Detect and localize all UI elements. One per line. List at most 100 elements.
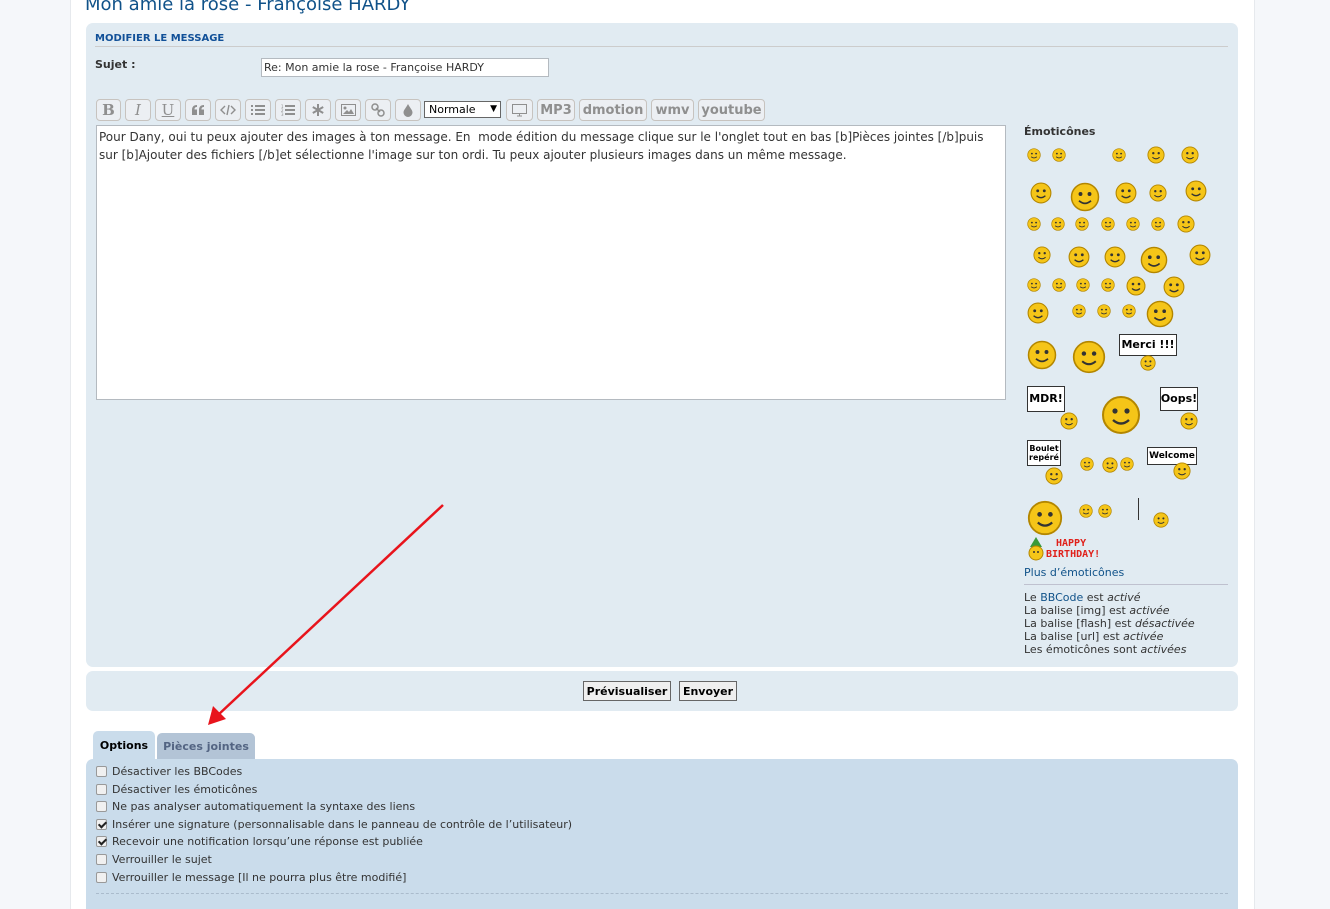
youtube-button[interactable]: youtube: [698, 99, 765, 121]
tab-attachments[interactable]: Pièces jointes: [157, 733, 255, 759]
bbcode-status: Le BBCode est activé: [1024, 591, 1141, 604]
smiley-icon[interactable]: [1052, 278, 1066, 292]
smiley-icon[interactable]: [1076, 278, 1090, 292]
merci-sign[interactable]: Merci !!!: [1119, 334, 1177, 356]
smiley-icon[interactable]: [1027, 302, 1049, 324]
smiley-icon[interactable]: [1126, 217, 1140, 231]
smiley-icon[interactable]: [1033, 246, 1051, 264]
submit-button[interactable]: Envoyer: [679, 681, 737, 701]
boulet-sign[interactable]: Boulet repéré: [1027, 440, 1061, 466]
smiley-icon[interactable]: [1072, 304, 1086, 318]
smiley-icon[interactable]: [1075, 217, 1089, 231]
quote-button[interactable]: [185, 99, 211, 121]
bold-button[interactable]: B: [96, 99, 121, 121]
smiley-icon[interactable]: [1027, 148, 1041, 162]
subject-input[interactable]: Re: Mon amie la rose - Françoise HARDY: [261, 58, 549, 77]
smiley-icon[interactable]: [1163, 276, 1185, 298]
option-checkbox[interactable]: [96, 800, 107, 812]
status-value: activée: [1123, 630, 1164, 643]
smiley-icon[interactable]: [1189, 244, 1211, 266]
smiley-icon[interactable]: [1104, 246, 1126, 268]
dmotion-button[interactable]: dmotion: [579, 99, 647, 121]
option-checkbox[interactable]: [96, 871, 107, 883]
smiley-icon[interactable]: [1151, 217, 1165, 231]
option-checkbox[interactable]: [96, 818, 107, 830]
smiley-icon[interactable]: [1153, 512, 1169, 528]
message-textarea[interactable]: Pour Dany, oui tu peux ajouter des image…: [96, 125, 1006, 400]
smiley-icon[interactable]: [1181, 146, 1199, 164]
smiley-icon[interactable]: [1101, 278, 1115, 292]
smiley-icon[interactable]: [1147, 146, 1165, 164]
smiley-icon[interactable]: [1112, 148, 1126, 162]
smiley-icon[interactable]: [1140, 246, 1168, 274]
smiley-icon[interactable]: [1027, 340, 1057, 370]
smiley-icon[interactable]: [1079, 504, 1093, 518]
bbcode-link[interactable]: BBCode: [1040, 591, 1083, 604]
smiley-icon[interactable]: [1080, 457, 1094, 471]
drop-icon: [403, 103, 413, 117]
smiley-icon[interactable]: [1173, 462, 1191, 480]
italic-button[interactable]: I: [125, 99, 151, 121]
mp3-button[interactable]: MP3: [537, 99, 575, 121]
smiley-icon[interactable]: [1045, 467, 1063, 485]
smiley-icon[interactable]: [1052, 148, 1066, 162]
option-checkbox[interactable]: [96, 783, 107, 795]
smiley-icon[interactable]: [1051, 217, 1065, 231]
code-icon: [220, 104, 236, 116]
color-button[interactable]: [395, 99, 421, 121]
video-button[interactable]: [506, 99, 533, 121]
dropdown-arrow-icon: ▼: [490, 104, 497, 114]
smiley-icon[interactable]: [1146, 300, 1174, 328]
option-row[interactable]: Désactiver les émoticônes: [96, 781, 257, 797]
more-smilies-link[interactable]: Plus d’émoticônes: [1024, 566, 1124, 579]
smiley-icon[interactable]: [1068, 246, 1090, 268]
smiley-icon[interactable]: [1177, 215, 1195, 233]
oops-sign[interactable]: Oops!: [1160, 387, 1198, 411]
option-row[interactable]: Désactiver les BBCodes: [96, 763, 242, 779]
option-checkbox[interactable]: [96, 835, 107, 847]
smiley-icon[interactable]: [1149, 184, 1167, 202]
list-item-button[interactable]: [305, 99, 331, 121]
smiley-icon[interactable]: [1140, 355, 1156, 371]
ordered-list-button[interactable]: 123: [275, 99, 301, 121]
option-row[interactable]: Insérer une signature (personnalisable d…: [96, 816, 572, 832]
status-text: La balise [img] est: [1024, 604, 1130, 617]
option-checkbox[interactable]: [96, 853, 107, 865]
smiley-icon[interactable]: [1098, 504, 1112, 518]
smiley-icon[interactable]: [1070, 182, 1100, 212]
preview-button[interactable]: Prévisualiser: [583, 681, 671, 701]
smiley-icon[interactable]: [1072, 340, 1106, 374]
underline-button[interactable]: U: [155, 99, 181, 121]
img-status: La balise [img] est activée: [1024, 604, 1170, 617]
option-row[interactable]: Ne pas analyser automatiquement la synta…: [96, 798, 415, 814]
font-size-select[interactable]: Normale ▼: [424, 101, 501, 118]
smiley-icon[interactable]: [1126, 276, 1146, 296]
smiley-icon[interactable]: [1115, 182, 1137, 204]
smiley-icon[interactable]: [1027, 500, 1063, 536]
smiley-icon[interactable]: [1027, 217, 1041, 231]
option-row[interactable]: Verrouiller le message [Il ne pourra plu…: [96, 869, 406, 885]
smiley-icon[interactable]: [1120, 457, 1134, 471]
option-row[interactable]: Verrouiller le sujet: [96, 851, 212, 867]
mdr-sign[interactable]: MDR!: [1027, 386, 1065, 412]
option-checkbox[interactable]: [96, 765, 107, 777]
link-button[interactable]: [365, 99, 391, 121]
image-button[interactable]: [335, 99, 361, 121]
code-button[interactable]: [215, 99, 241, 121]
smiley-icon[interactable]: [1101, 395, 1141, 435]
smiley-icon[interactable]: [1027, 278, 1041, 292]
smiley-icon[interactable]: [1102, 457, 1118, 473]
list-button[interactable]: [245, 99, 271, 121]
smiley-icon[interactable]: [1097, 304, 1111, 318]
smiley-icon[interactable]: [1030, 182, 1052, 204]
smiley-icon[interactable]: [1185, 180, 1207, 202]
smiley-icon[interactable]: [1180, 412, 1198, 430]
smiley-icon[interactable]: [1060, 412, 1078, 430]
option-row[interactable]: Recevoir une notification lorsqu’une rép…: [96, 833, 423, 849]
smiley-icon[interactable]: [1101, 217, 1115, 231]
tab-options[interactable]: Options: [93, 731, 155, 759]
happy-birthday-smiley[interactable]: HAPPY BIRTHDAY!: [1046, 538, 1100, 560]
divider: [1024, 584, 1228, 585]
wmv-button[interactable]: wmv: [651, 99, 694, 121]
smiley-icon[interactable]: [1122, 304, 1136, 318]
